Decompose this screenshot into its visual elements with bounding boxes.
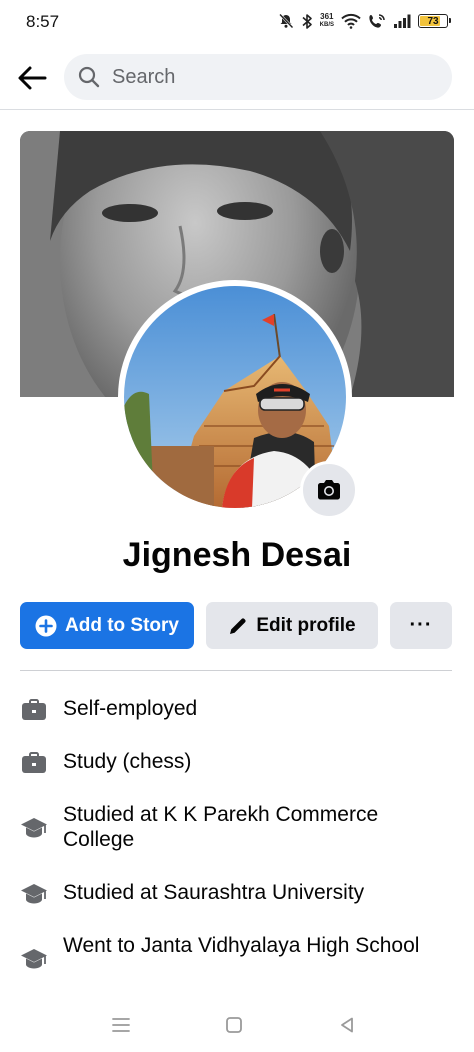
graduation-cap-icon [21,949,47,969]
status-time: 8:57 [26,12,60,31]
mute-icon [278,13,294,29]
edit-profile-label: Edit profile [256,614,356,636]
edit-profile-button[interactable]: Edit profile [206,602,378,649]
graduation-cap-icon [21,884,47,904]
square-icon [226,1017,242,1033]
bluetooth-icon [302,13,312,29]
profile-name: Jignesh Desai [122,536,352,574]
battery-level: 73 [427,15,439,27]
net-speed-value: 361 [320,12,334,21]
net-speed-unit: KB/S [319,22,334,28]
back-button[interactable] [14,60,50,96]
graduation-cap-icon [21,818,47,838]
detail-text: Went to Janta Vidhyalaya High School [63,934,420,957]
search-bar[interactable] [64,54,452,100]
wifi-icon [341,13,361,29]
battery-icon: 73 [418,14,451,28]
menu-icon [112,1018,130,1032]
triangle-back-icon [341,1017,353,1033]
status-bar: 8:57 361 KB/S 73 [0,0,474,44]
add-to-story-button[interactable]: Add to Story [20,602,194,649]
top-divider [0,109,474,110]
signal-icon [394,14,411,28]
top-bar [0,48,474,108]
pencil-icon [228,616,248,636]
section-divider [20,670,452,671]
plus-circle-icon [35,615,57,637]
detail-text: Studied at Saurashtra University [63,881,365,904]
more-options-button[interactable]: ··· [390,602,452,649]
add-to-story-label: Add to Story [65,614,179,636]
search-icon [78,66,100,88]
camera-icon [318,480,340,500]
detail-text: Study (chess) [63,750,192,773]
detail-text: Self-employed [63,697,198,720]
wifi-calling-icon [369,14,385,28]
system-navigation-bar [0,1000,474,1052]
edit-profile-picture-button[interactable] [300,461,358,519]
recent-apps-button[interactable] [110,1014,132,1036]
more-options-icon: ··· [409,614,433,636]
net-speed: 361 KB/S [320,13,334,29]
search-input[interactable] [110,64,434,90]
back-arrow-icon [18,66,47,90]
detail-text: Studied at K K Parekh Commerce College [63,803,379,851]
briefcase-icon [22,699,46,720]
back-nav-button[interactable] [336,1014,358,1036]
status-icons: 361 KB/S 73 [278,10,451,32]
home-button[interactable] [223,1014,245,1036]
briefcase-icon [22,752,46,773]
